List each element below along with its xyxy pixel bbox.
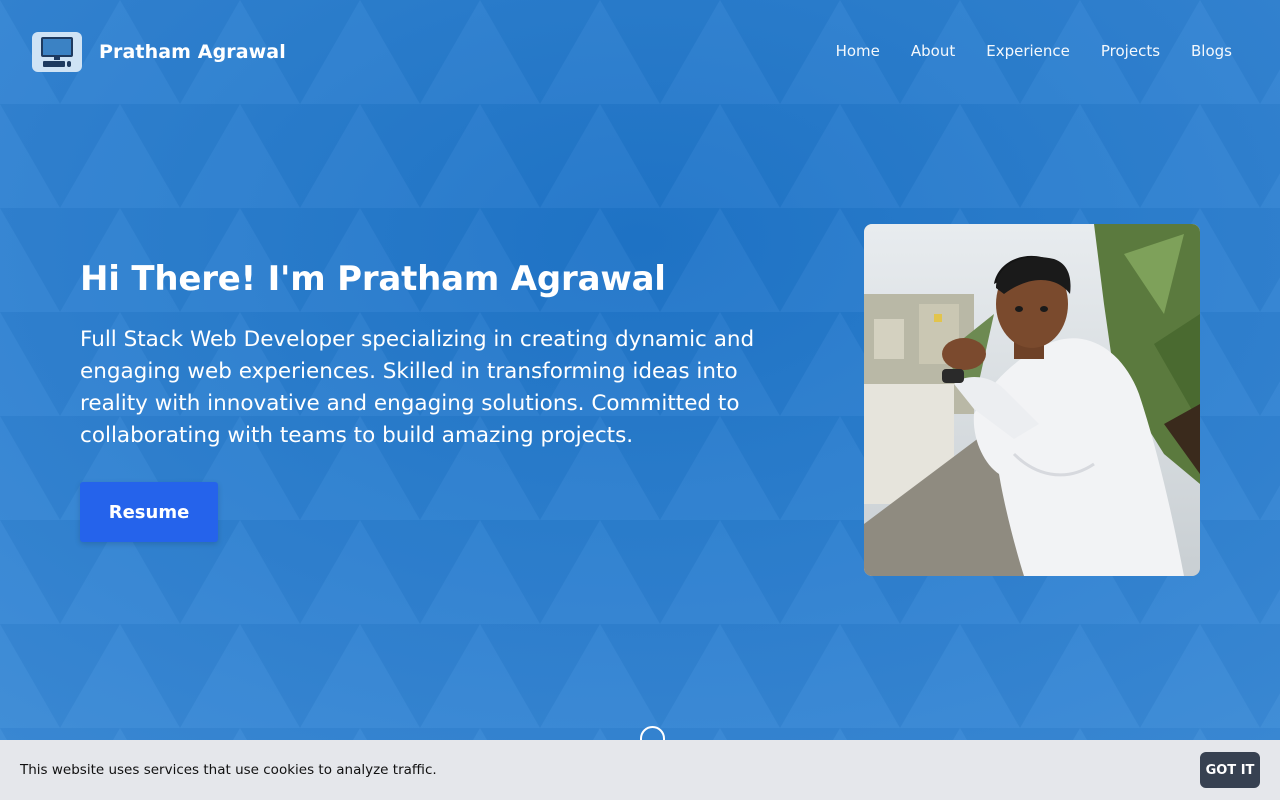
hero-description: Full Stack Web Developer specializing in… bbox=[80, 327, 755, 448]
cookie-message: This website uses services that use cook… bbox=[20, 762, 437, 778]
resume-button[interactable]: Resume bbox=[80, 482, 218, 542]
main-nav: Home About Experience Projects Blogs bbox=[805, 42, 1232, 60]
nav-home[interactable]: Home bbox=[836, 42, 880, 60]
cookie-banner: This website uses services that use cook… bbox=[0, 740, 1280, 800]
profile-photo bbox=[864, 224, 1200, 576]
logo[interactable] bbox=[32, 32, 82, 72]
nav-blogs[interactable]: Blogs bbox=[1191, 42, 1232, 60]
site-header: Pratham Agrawal Home About Experience Pr… bbox=[0, 0, 1280, 105]
hero-title: Hi There! I'm Pratham Agrawal bbox=[80, 259, 666, 299]
computer-icon bbox=[41, 37, 73, 67]
nav-projects[interactable]: Projects bbox=[1101, 42, 1160, 60]
site-title[interactable]: Pratham Agrawal bbox=[99, 41, 286, 63]
cookie-accept-button[interactable]: GOT IT bbox=[1200, 752, 1260, 788]
nav-experience[interactable]: Experience bbox=[986, 42, 1070, 60]
profile-photo-image bbox=[864, 224, 1200, 576]
nav-about[interactable]: About bbox=[911, 42, 955, 60]
